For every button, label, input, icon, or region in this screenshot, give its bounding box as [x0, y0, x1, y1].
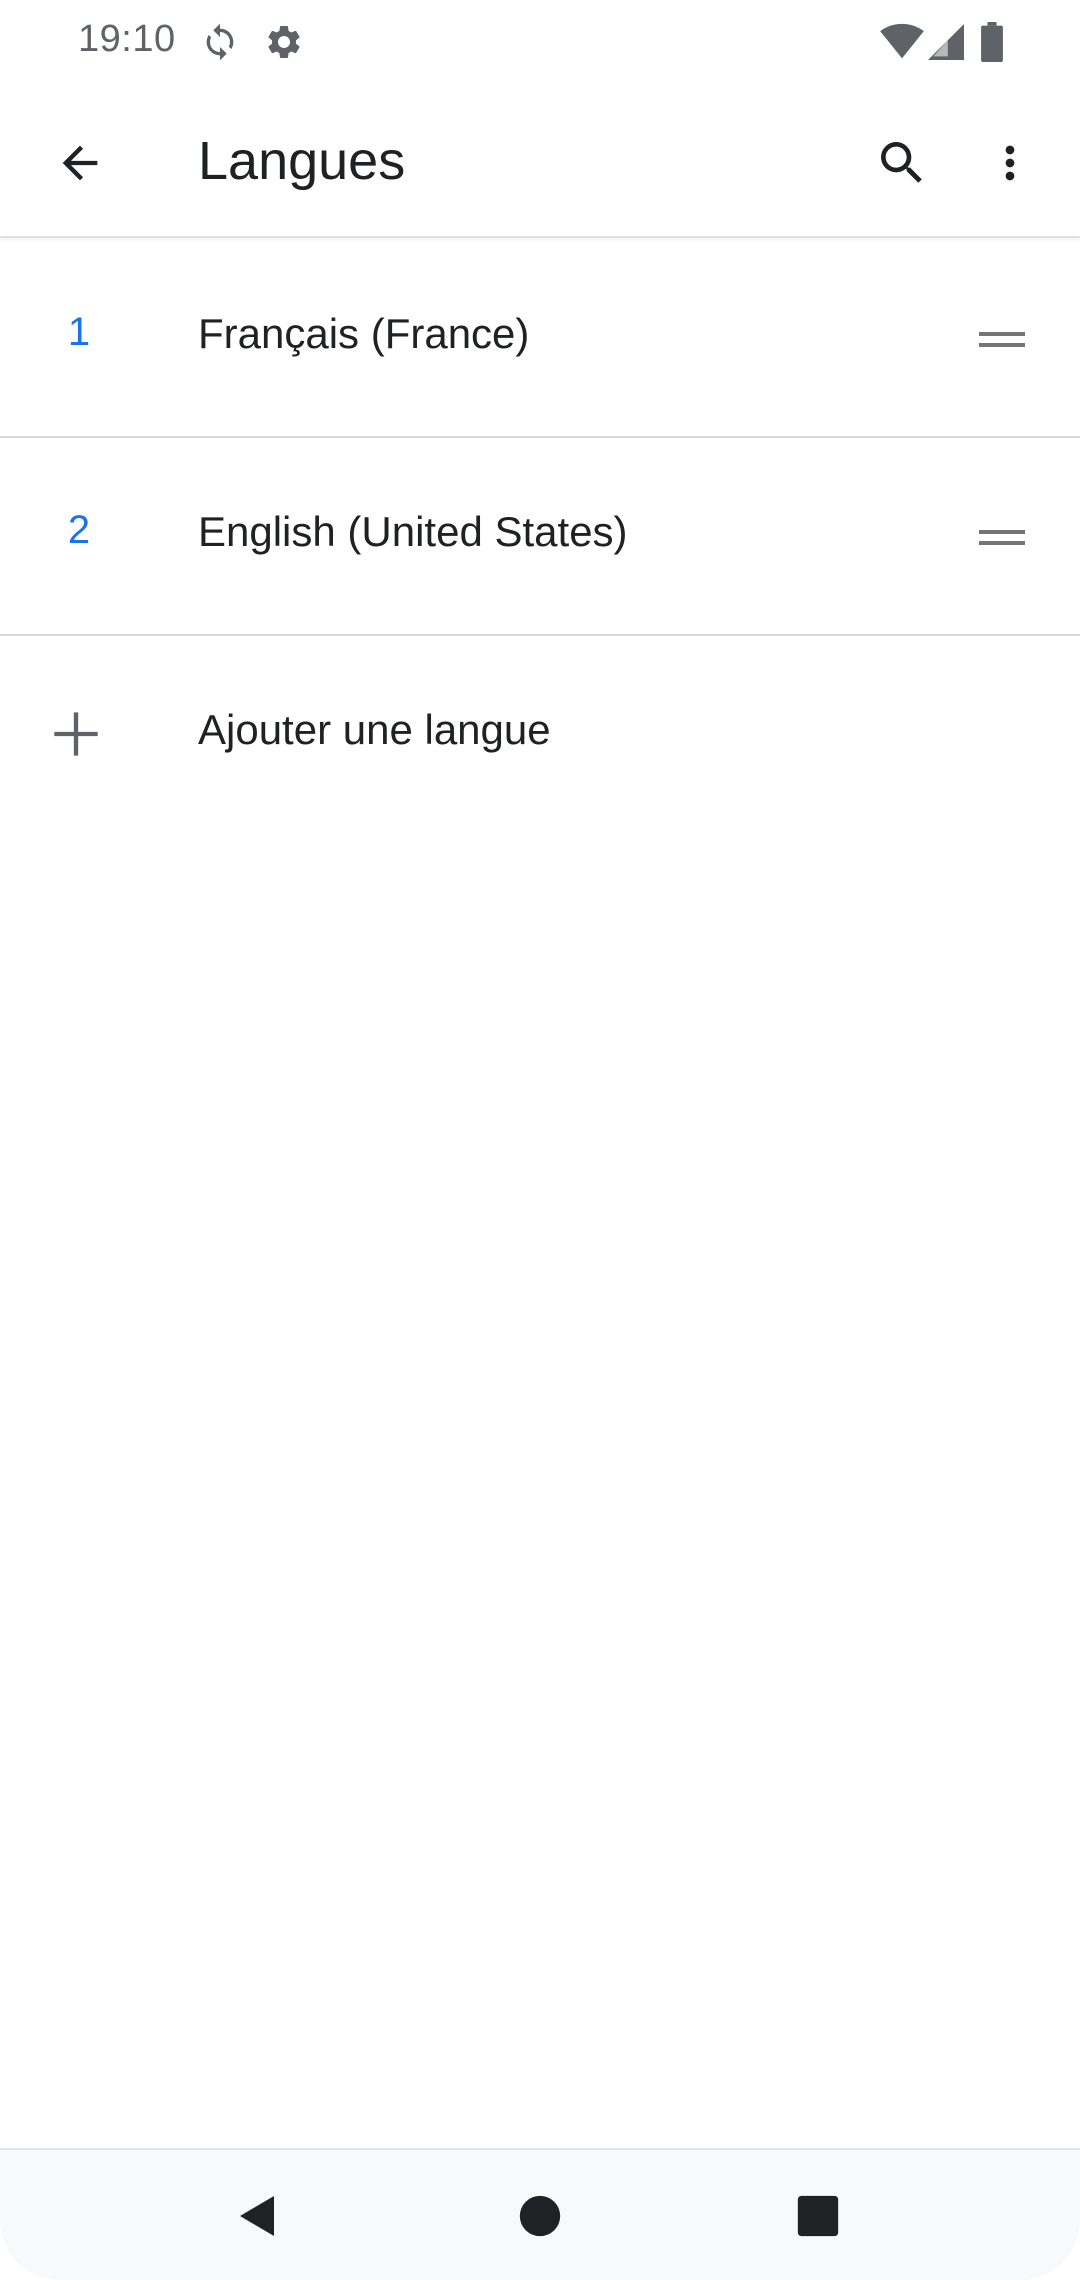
search-button[interactable]	[864, 125, 940, 201]
sync-icon	[200, 22, 240, 62]
page-title: Langues	[198, 131, 406, 191]
status-time: 19:10	[78, 18, 176, 60]
status-bar: 19:10	[0, 0, 1080, 88]
language-name: English (United States)	[198, 508, 628, 555]
nav-home-button[interactable]	[500, 2176, 580, 2256]
drag-handle-icon[interactable]	[970, 318, 1034, 362]
recents-square-icon	[797, 2195, 839, 2237]
home-circle-icon	[519, 2195, 561, 2237]
search-icon	[881, 142, 922, 183]
language-list: 1 Français (France) 2 English (United St…	[0, 240, 1080, 832]
system-nav-bar	[0, 2148, 1080, 2280]
plus-icon	[54, 712, 98, 756]
add-language-label: Ajouter une langue	[198, 706, 551, 753]
language-item[interactable]: 1 Français (France)	[0, 240, 1080, 438]
language-index: 1	[67, 310, 91, 354]
language-index: 2	[67, 508, 91, 552]
add-language-button[interactable]: Ajouter une langue	[0, 636, 1080, 832]
app-bar: Langues	[0, 88, 1080, 238]
language-name: Français (France)	[198, 310, 530, 357]
language-item[interactable]: 2 English (United States)	[0, 438, 1080, 636]
back-button[interactable]	[42, 125, 118, 201]
cell-signal-icon	[928, 22, 964, 62]
wifi-icon	[880, 22, 924, 62]
battery-icon	[980, 22, 1004, 62]
more-options-button[interactable]	[980, 125, 1040, 201]
drag-handle-icon[interactable]	[970, 516, 1034, 560]
nav-back-button[interactable]	[218, 2176, 298, 2256]
settings-gear-icon	[264, 22, 304, 62]
more-vert-icon	[1005, 145, 1015, 181]
nav-recents-button[interactable]	[778, 2176, 858, 2256]
back-triangle-icon	[240, 2196, 274, 2236]
arrow-back-icon	[62, 145, 98, 181]
